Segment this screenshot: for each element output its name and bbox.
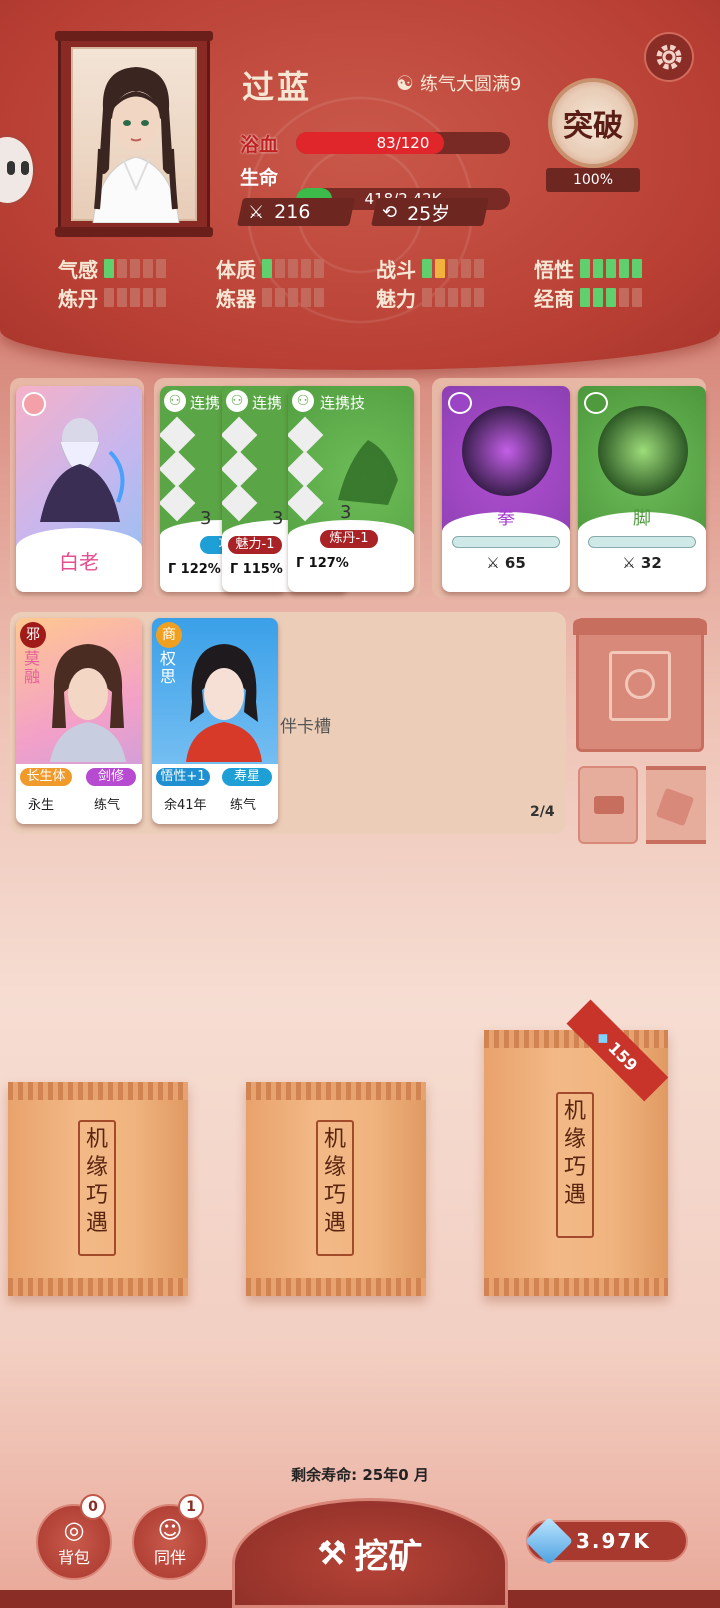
attr-pips (422, 288, 484, 307)
master-card-baolao[interactable]: 白老 (16, 386, 142, 592)
combo-art (338, 440, 398, 505)
mine-label: 挖矿 (354, 1536, 423, 1577)
companion-count-badge: 1 (178, 1494, 204, 1520)
combo-icon: ⚇ (164, 390, 186, 412)
foot-progress (588, 536, 696, 548)
spirit-stone-icon (524, 1516, 574, 1566)
companion-label: 同伴 (153, 1548, 186, 1567)
foot-name: 脚 (633, 508, 651, 529)
companion-portrait (50, 644, 126, 762)
combo-icon: ⚇ (226, 390, 248, 412)
character-portrait[interactable] (55, 31, 213, 237)
fortune-pack-premium[interactable]: 机缘巧遇 ◆ 159 (484, 999, 669, 1296)
pickaxe-icon: ⚒ (317, 1534, 347, 1572)
bag-count-badge: 0 (80, 1494, 106, 1520)
coin-icon (625, 669, 655, 699)
attr-pips (262, 259, 324, 278)
foot-power: 32 (640, 554, 662, 572)
attr-pips (262, 288, 324, 307)
fist-icon (448, 392, 472, 414)
blood-value: 83/120 (376, 134, 430, 152)
character-name: 过蓝 (242, 68, 313, 106)
person-icon: ☺ (157, 1516, 183, 1544)
attr-pips (104, 288, 166, 307)
spirit-stone-balance[interactable]: 3.97K (524, 1516, 688, 1566)
combo-level: 3 (340, 502, 352, 523)
mine-button[interactable]: ⚒ 挖矿 (232, 1498, 508, 1608)
attr-jingshang[interactable]: 经商 (534, 283, 642, 312)
combo-tag: 炼丹-1 (320, 530, 378, 548)
master-portrait (40, 418, 125, 522)
storage-button[interactable] (578, 766, 638, 844)
companion-card-2[interactable]: 商 权思 悟性+1 寿星 余41年 练气 (152, 618, 278, 824)
combo-card-main[interactable]: ⚇ 连携技 3 炼丹-1 ᒥ 127% (288, 386, 414, 592)
age-value: 25岁 (407, 202, 451, 225)
attr-pips (580, 288, 642, 307)
companion-portrait (186, 644, 262, 762)
breakthrough-progress: 100% (546, 168, 640, 192)
attr-pips (104, 259, 166, 278)
fist-progress (452, 536, 560, 548)
fist-power: 65 (504, 554, 526, 572)
foot-icon (584, 392, 608, 414)
bag-icon: ◎ (63, 1516, 85, 1544)
fortune-pack-2[interactable]: 机缘巧遇 (246, 1082, 426, 1296)
fortune-pack-1[interactable]: 机缘巧遇 (8, 1082, 188, 1296)
combo-title: 连携技 (320, 394, 366, 412)
companion-card-1[interactable]: 邪 莫融 长生体 剑修 永生 练气 (16, 618, 142, 824)
companion-count: 2/4 (530, 804, 555, 820)
attr-liandan[interactable]: 炼丹 (58, 283, 166, 312)
attr-zhandou[interactable]: 战斗 (376, 254, 484, 283)
breakthrough-button[interactable]: 突破 (548, 78, 638, 168)
hp-label: 生命 (240, 167, 279, 189)
portrait-image (71, 47, 197, 224)
fist-name: 拳 (497, 508, 515, 529)
foot-skill-card[interactable]: 脚 ⚔ 32 (578, 386, 706, 592)
scroll-icon (655, 787, 695, 827)
blood-status-label: 浴血 (240, 134, 279, 156)
attr-qigan[interactable]: 气感 (58, 254, 166, 283)
realm-display[interactable]: ☯ 练气大圆满9 (396, 70, 521, 96)
attr-lianqi[interactable]: 炼器 (216, 283, 324, 312)
remaining-lifespan: 剩余寿命: 25年0 月 (291, 1466, 429, 1484)
combo-percent: ᒥ 127% (296, 556, 349, 571)
pack-label: 机缘巧遇 (316, 1120, 354, 1256)
chest-icon (594, 796, 624, 814)
combo-icon: ⚇ (292, 390, 314, 412)
spirit-stone-value: 3.97K (576, 1529, 651, 1553)
realm-icon: ☯ (396, 71, 414, 95)
scroll-button[interactable] (646, 766, 706, 844)
shrine-button[interactable] (573, 618, 707, 752)
swords-icon: ⚔ (248, 201, 265, 223)
realm-text: 练气大圆满9 (419, 74, 522, 95)
gear-icon (656, 44, 682, 70)
bag-label: 背包 (57, 1548, 90, 1567)
character-header: 过蓝 ☯ 练气大圆满9 浴血 83/120 生命 418/2.42K ⚔ 216… (0, 0, 720, 370)
blood-bar: 83/120 (296, 132, 510, 154)
pack-label: 机缘巧遇 (78, 1120, 116, 1256)
attr-pips (422, 259, 484, 278)
power-value: 216 (274, 201, 311, 223)
companion-slot-label: 伴卡槽 (280, 717, 331, 737)
pack-price-ribbon: ◆ 159 (566, 999, 669, 1102)
attr-tizhi[interactable]: 体质 (216, 254, 324, 283)
fist-skill-card[interactable]: 拳 ⚔ 65 (442, 386, 570, 592)
master-name: 白老 (59, 549, 99, 574)
pack-label: 机缘巧遇 (556, 1092, 594, 1238)
attr-meili[interactable]: 魅力 (376, 283, 484, 312)
attr-pips (580, 259, 642, 278)
attr-wuxing[interactable]: 悟性 (534, 254, 642, 283)
hourglass-icon: ⟲ (382, 201, 398, 223)
settings-button[interactable] (644, 32, 694, 82)
